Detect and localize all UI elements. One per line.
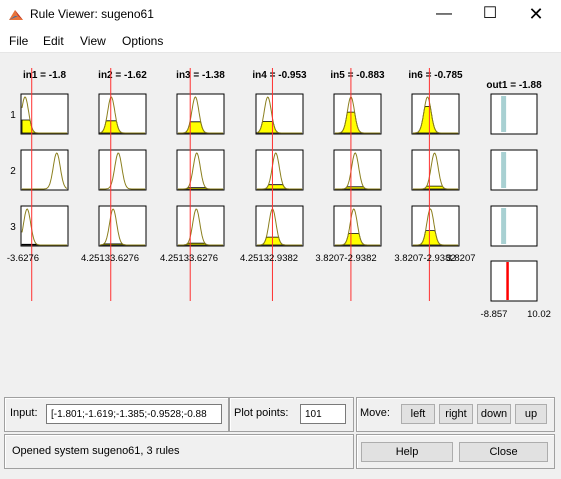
- close-button[interactable]: Close: [459, 442, 548, 462]
- menu-edit[interactable]: Edit: [43, 34, 64, 48]
- action-panel: Help Close: [356, 434, 555, 469]
- move-right-button[interactable]: right: [439, 404, 473, 424]
- minimize-button[interactable]: —: [421, 0, 467, 30]
- range-label-2: 4.25133.6276: [81, 253, 139, 264]
- status-panel: Opened system sugeno61, 3 rules: [4, 434, 354, 469]
- output-bar-rule3: [501, 208, 507, 244]
- output-min-label: -8.857: [481, 309, 508, 320]
- rule-canvas: in1 = -1.8 in2 = -1.62 in3 = -1.38 in4 = -0…: [0, 53, 561, 391]
- output-box-rule1: [490, 93, 538, 135]
- rule-number-1: 1: [10, 110, 16, 121]
- input-label-2: in2 = -1.62: [98, 70, 147, 81]
- input-label-6: in6 = -0.785: [408, 70, 463, 81]
- mf-box-in1-rule3: [20, 205, 69, 247]
- input-label-4: in4 = -0.953: [252, 70, 307, 81]
- input-label-5: in5 = -0.883: [330, 70, 385, 81]
- range-label-7: 3.8207: [446, 253, 475, 264]
- close-window-button[interactable]: ✕: [513, 0, 559, 30]
- output-bar-rule1: [501, 96, 507, 132]
- menu-view[interactable]: View: [80, 34, 106, 48]
- input-field[interactable]: [-1.801;-1.619;-1.385;-0.9528;-0.88: [46, 404, 222, 424]
- range-label-5: 3.8207-2.9382: [315, 253, 376, 264]
- plot-points-label: Plot points:: [234, 407, 289, 419]
- maximize-button[interactable]: ☐: [467, 0, 513, 30]
- rule-plot[interactable]: in1 = -1.8 in2 = -1.62 in3 = -1.38 in4 = -0…: [0, 53, 561, 391]
- range-label-3: 4.25133.6276: [160, 253, 218, 264]
- input-panel: Input: [-1.801;-1.619;-1.385;-0.9528;-0.…: [4, 397, 229, 432]
- input-label-1: in1 = -1.8: [23, 70, 67, 81]
- status-text: Opened system sugeno61, 3 rules: [12, 445, 180, 457]
- rule-number-3: 3: [10, 222, 16, 233]
- plot-points-panel: Plot points: 101: [229, 397, 354, 432]
- range-label-1: -3.6276: [7, 253, 39, 264]
- title-bar: Rule Viewer: sugeno61 — ☐ ✕: [0, 0, 561, 30]
- plot-points-field[interactable]: 101: [300, 404, 346, 424]
- output-bar-rule2: [501, 152, 507, 188]
- output-label: out1 = -1.88: [486, 80, 542, 91]
- mf-box-in5-rule2: [333, 149, 382, 191]
- move-left-button[interactable]: left: [401, 404, 435, 424]
- help-button[interactable]: Help: [361, 442, 453, 462]
- move-label: Move:: [360, 407, 390, 419]
- move-down-button[interactable]: down: [477, 404, 511, 424]
- input-label-3: in3 = -1.38: [176, 70, 225, 81]
- move-up-button[interactable]: up: [515, 404, 547, 424]
- output-max-label: 10.02: [527, 309, 551, 320]
- input-label: Input:: [10, 407, 38, 419]
- output-aggregate-box: [490, 260, 538, 302]
- range-label-4: 4.25132.9382: [240, 253, 298, 264]
- move-panel: Move: left right down up: [356, 397, 555, 432]
- menu-file[interactable]: File: [9, 34, 28, 48]
- mf-box-in6-rule1: [411, 93, 460, 135]
- output-box-rule2: [490, 149, 538, 191]
- output-box-rule3: [490, 205, 538, 247]
- rule-number-2: 2: [10, 166, 16, 177]
- window-title: Rule Viewer: sugeno61: [30, 7, 154, 21]
- menu-bar: File Edit View Options: [0, 30, 561, 53]
- menu-options[interactable]: Options: [122, 34, 163, 48]
- matlab-icon: [9, 10, 23, 20]
